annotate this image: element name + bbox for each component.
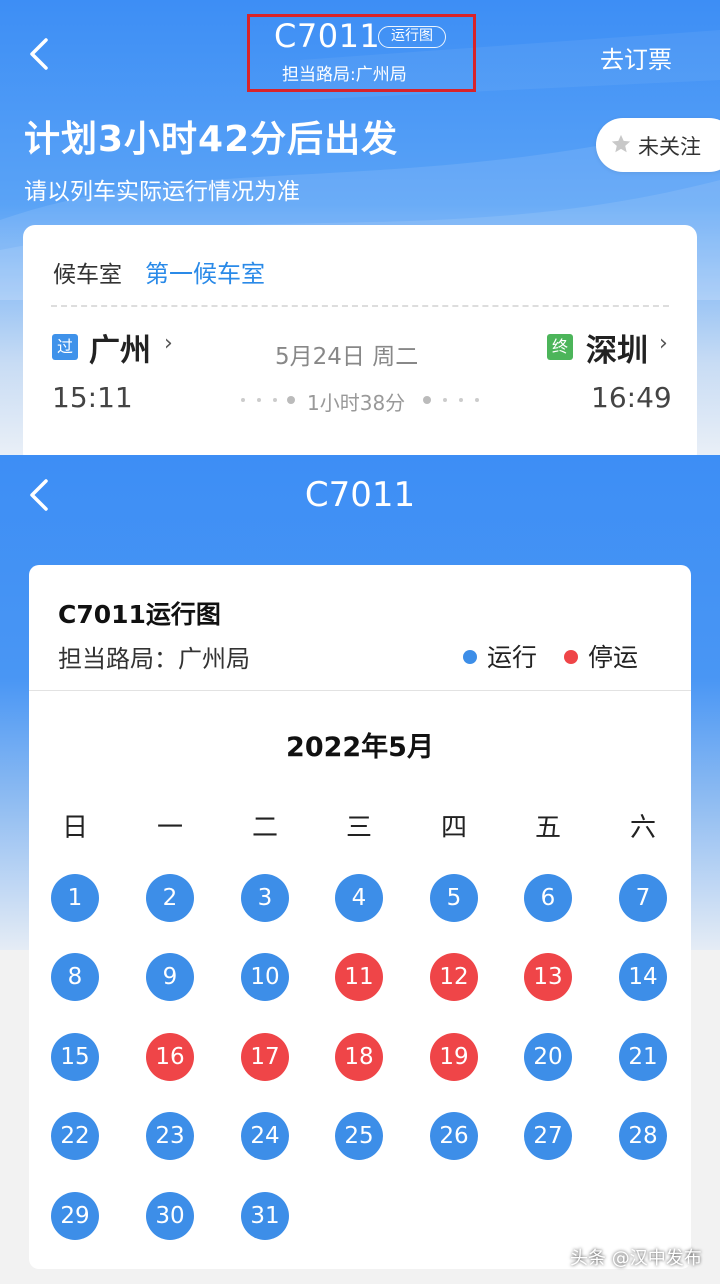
to-station[interactable]: 深圳: [586, 325, 648, 370]
departure-time: 15:11: [52, 381, 133, 414]
weekday-header: 三: [345, 813, 372, 843]
train-number-title: C7011: [274, 17, 381, 55]
chevron-right-icon[interactable]: ›: [659, 331, 668, 356]
calendar-day[interactable]: 22: [51, 1112, 99, 1160]
run-legend-dot: [463, 650, 477, 664]
bureau-line: 担当路局：广州局: [58, 645, 250, 673]
calendar-day[interactable]: 2: [146, 874, 194, 922]
calendar-day[interactable]: 29: [51, 1192, 99, 1240]
calendar-day[interactable]: 10: [241, 953, 289, 1001]
calendar-day[interactable]: 20: [524, 1033, 572, 1081]
calendar-day[interactable]: 24: [241, 1112, 289, 1160]
calendar-day[interactable]: 15: [51, 1033, 99, 1081]
arrival-time: 16:49: [591, 381, 672, 414]
calendar-day[interactable]: 19: [430, 1033, 478, 1081]
weekday-header: 日: [61, 813, 88, 843]
calendar-day[interactable]: 31: [241, 1192, 289, 1240]
duration-dot: [257, 398, 261, 402]
calendar-day[interactable]: 18: [335, 1033, 383, 1081]
star-icon: [611, 134, 631, 153]
calendar-day[interactable]: 3: [241, 874, 289, 922]
follow-label: 未关注: [638, 135, 701, 159]
duration-dot: [287, 396, 295, 404]
calendar-day[interactable]: 7: [619, 874, 667, 922]
stop-legend-dot: [564, 650, 578, 664]
calendar-card-title: C7011运行图: [58, 600, 221, 629]
departure-countdown: 计划3小时42分后出发: [24, 119, 399, 160]
run-legend-label: 运行: [487, 643, 538, 672]
back-arrow-icon[interactable]: [24, 34, 54, 74]
calendar-day[interactable]: 6: [524, 874, 572, 922]
duration-dot: [423, 396, 431, 404]
weekday-header: 四: [440, 813, 467, 843]
calendar-day[interactable]: 14: [619, 953, 667, 1001]
duration-dot: [459, 398, 463, 402]
schedule-header-title: C7011: [304, 475, 416, 515]
follow-button[interactable]: 未关注: [596, 118, 720, 172]
weekday-header: 六: [629, 813, 656, 843]
calendar-day[interactable]: 27: [524, 1112, 572, 1160]
waiting-room-label: 候车室: [53, 262, 122, 288]
watermark: 头条 @汉中发布: [570, 1248, 702, 1269]
duration-dot: [475, 398, 479, 402]
calendar-day[interactable]: 30: [146, 1192, 194, 1240]
trip-info-card: 候车室 第一候车室 过 广州 › 5月24日 周二 终 深圳 › 15:11 1…: [23, 225, 697, 465]
calendar-day[interactable]: 4: [335, 874, 383, 922]
calendar-day[interactable]: 11: [335, 953, 383, 1001]
calendar-day[interactable]: 25: [335, 1112, 383, 1160]
calendar-day[interactable]: 16: [146, 1033, 194, 1081]
month-label: 2022年5月: [286, 732, 434, 763]
trip-duration: 1小时38分: [307, 391, 406, 415]
travel-date: 5月24日 周二: [275, 344, 419, 370]
calendar-day[interactable]: 17: [241, 1033, 289, 1081]
from-station[interactable]: 广州: [89, 325, 151, 370]
notice-text: 请以列车实际运行情况为准: [24, 179, 300, 205]
calendar-day[interactable]: 23: [146, 1112, 194, 1160]
divider: [51, 305, 669, 307]
calendar-day[interactable]: 8: [51, 953, 99, 1001]
duration-dot: [443, 398, 447, 402]
book-ticket-button[interactable]: 去订票: [600, 40, 672, 75]
calendar-day[interactable]: 1: [51, 874, 99, 922]
terminal-badge: 终: [547, 334, 573, 360]
calendar-day[interactable]: 28: [619, 1112, 667, 1160]
calendar-day[interactable]: 9: [146, 953, 194, 1001]
calendar-day[interactable]: 13: [524, 953, 572, 1001]
stop-legend-label: 停运: [588, 643, 639, 672]
divider: [29, 690, 691, 691]
waiting-room-value[interactable]: 第一候车室: [145, 254, 265, 289]
bureau-subtitle: 担当路局:广州局: [282, 65, 407, 85]
calendar-day[interactable]: 5: [430, 874, 478, 922]
calendar-day[interactable]: 26: [430, 1112, 478, 1160]
duration-dot: [241, 398, 245, 402]
calendar-day[interactable]: 12: [430, 953, 478, 1001]
weekday-header: 二: [251, 813, 278, 843]
schedule-calendar-card: C7011运行图 担当路局：广州局 运行 停运 2022年5月 日 一 二 三 四 五 六 1…: [29, 565, 691, 1269]
calendar-day[interactable]: 21: [619, 1033, 667, 1081]
weekday-header: 一: [156, 813, 183, 843]
chevron-right-icon[interactable]: ›: [164, 331, 173, 356]
schedule-chart-link[interactable]: 运行图: [378, 26, 446, 48]
weekday-header: 五: [534, 813, 561, 843]
duration-dot: [273, 398, 277, 402]
pass-badge: 过: [52, 334, 78, 360]
